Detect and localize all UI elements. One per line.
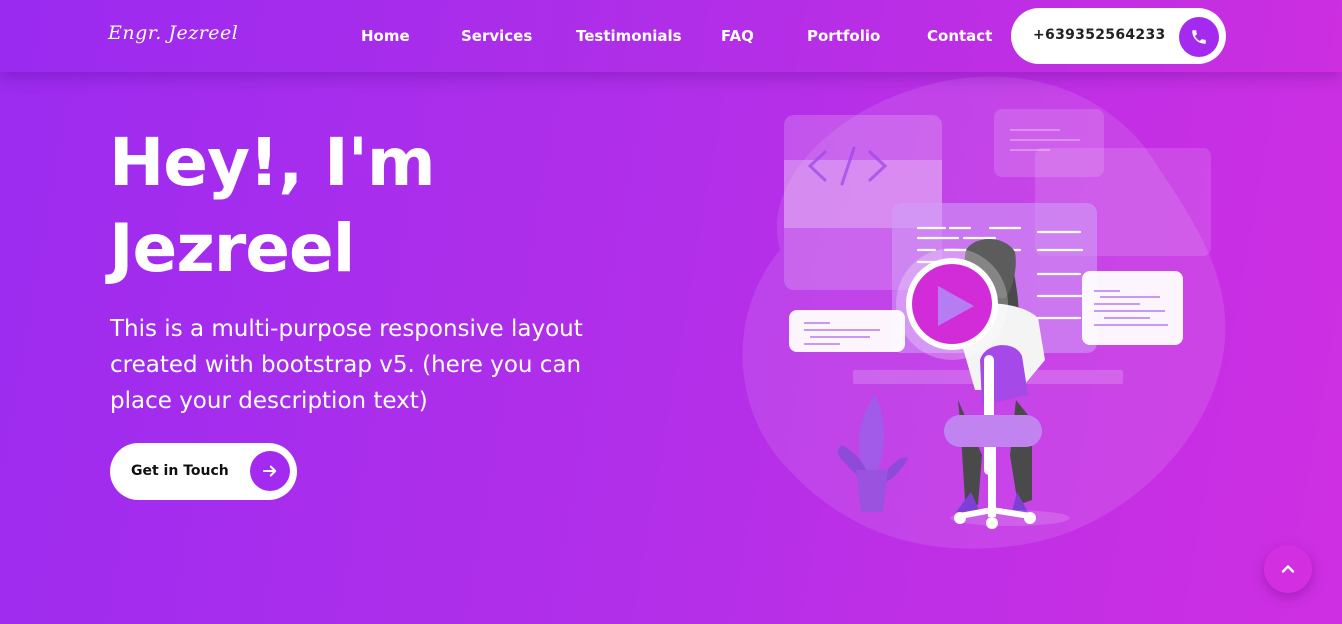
phone-button[interactable]: +639352564233: [1011, 8, 1226, 64]
hero-title-line1: Hey!, I'm: [109, 124, 436, 201]
nav-link-contact[interactable]: Contact: [927, 27, 992, 45]
navbar: Engr. Jezreel Home Services Testimonials…: [0, 0, 1342, 72]
chevron-up-icon: [1281, 565, 1295, 573]
hero-title-line2: Jezreel: [109, 210, 355, 287]
phone-number: +639352564233: [1033, 27, 1166, 43]
developer-illustration: [742, 76, 1226, 549]
nav-link-home[interactable]: Home: [361, 27, 410, 45]
hero-title: Hey!, I'm Jezreel: [109, 120, 629, 292]
play-icon: [896, 248, 1008, 360]
get-in-touch-label: Get in Touch: [131, 463, 229, 479]
brand-logo[interactable]: Engr. Jezreel: [108, 22, 238, 44]
scroll-to-top-button[interactable]: [1264, 545, 1312, 593]
nav-link-portfolio[interactable]: Portfolio: [807, 27, 880, 45]
nav-link-faq[interactable]: FAQ: [721, 27, 754, 45]
nav-link-testimonials[interactable]: Testimonials: [576, 27, 682, 45]
arrow-right-icon: [250, 451, 290, 491]
get-in-touch-button[interactable]: Get in Touch: [110, 443, 297, 500]
nav-link-services[interactable]: Services: [461, 27, 532, 45]
phone-icon: [1179, 17, 1219, 57]
hero-description: This is a multi-purpose responsive layou…: [110, 316, 583, 414]
